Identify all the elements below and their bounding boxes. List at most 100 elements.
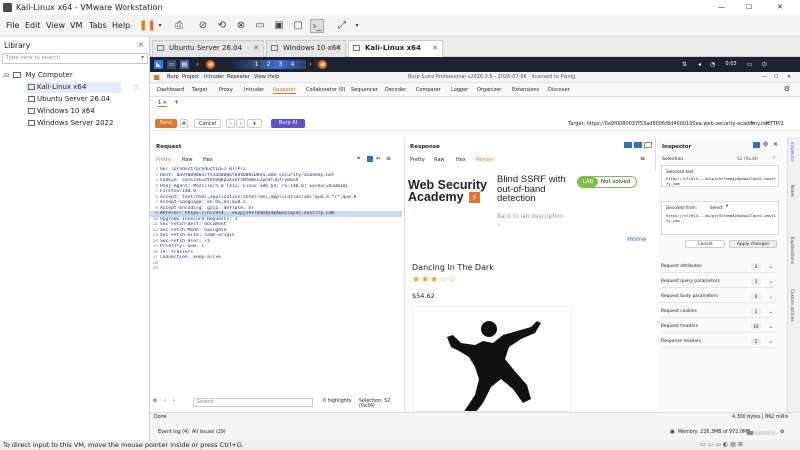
library-item-winserver[interactable]: Windows Server 2022 xyxy=(26,118,146,129)
workspace-1[interactable]: 1 xyxy=(252,60,261,69)
tab-sequencer[interactable]: Sequencer xyxy=(351,87,378,93)
rail-notes[interactable]: Notes xyxy=(790,185,795,197)
repeater-tab-1[interactable]: 1 × xyxy=(158,100,167,107)
workspace-4[interactable]: 4 xyxy=(288,60,297,69)
inspector-settings-icon[interactable]: ⚙ xyxy=(763,141,768,148)
revert-snapshot-icon[interactable]: ⟲ xyxy=(215,19,229,33)
tab-render[interactable]: Render xyxy=(476,157,494,163)
lock-icon[interactable]: ▭ xyxy=(745,60,754,69)
request-editor[interactable]: 1 GET /product?productId=1 HTTP/2 2 Host: 0… xyxy=(150,167,402,272)
all-issues-link[interactable]: All issues (29) xyxy=(192,430,226,435)
chevron-down-icon[interactable]: ⌄ xyxy=(769,291,773,303)
dropdown-arrow-icon[interactable]: ▾ xyxy=(153,19,167,33)
newline-icon[interactable]: ↵ xyxy=(376,155,381,162)
tab-hex[interactable]: Hex xyxy=(203,157,213,163)
fullscreen-dropdown-icon[interactable]: ▾ xyxy=(350,19,364,33)
highlight-icon[interactable]: ⌖ xyxy=(357,155,360,163)
prev-match-icon[interactable]: ‹ xyxy=(164,399,166,404)
terminal-icon[interactable]: › xyxy=(193,60,202,69)
inspector-section[interactable]: Request query parameters 1 ⌄ xyxy=(661,276,775,288)
files-icon[interactable]: ▤ xyxy=(180,60,189,69)
chevron-down-icon[interactable]: ⌄ xyxy=(769,261,773,273)
snapshot-icon[interactable]: ⊘ xyxy=(196,19,210,33)
burp-menu-project[interactable]: Project xyxy=(182,72,199,83)
inspector-section[interactable]: Request body parameters 0 ⌄ xyxy=(661,291,775,303)
tab-organizer[interactable]: Organizer xyxy=(477,87,501,93)
burp-menu-intruder[interactable]: Intruder xyxy=(204,72,224,83)
forward-icon[interactable]: › xyxy=(236,119,245,128)
tab-extensions[interactable]: Extensions xyxy=(512,87,539,93)
desktop-icon[interactable]: ▭ xyxy=(167,60,176,69)
burp-min-icon[interactable]: — xyxy=(762,72,767,83)
search-dropdown-icon[interactable]: ▾ xyxy=(141,54,144,61)
inspector-section[interactable]: Request attributes 2 ⌄ xyxy=(661,261,775,273)
send-ctrl-alt-del-icon[interactable]: ⎙ xyxy=(172,19,186,33)
chevron-down-icon[interactable]: ⌄ xyxy=(769,276,773,288)
rail-custom-actions[interactable]: Custom actions xyxy=(790,289,795,321)
tab-target[interactable]: Target xyxy=(192,87,207,93)
tab-proxy[interactable]: Proxy xyxy=(219,87,233,93)
tab-kali[interactable]: Kali-Linux x64 ✕ xyxy=(348,40,443,57)
chevron-down-icon[interactable]: ⌄ xyxy=(769,336,773,348)
selection-toggle-icon[interactable]: ⌃ xyxy=(772,156,776,162)
event-log-link[interactable]: Event log (4) xyxy=(158,430,189,435)
tab-decoder[interactable]: Decoder xyxy=(385,87,406,93)
chevron-down-icon[interactable]: ⌄ xyxy=(769,321,773,333)
settings-icon[interactable]: ⚙ xyxy=(153,399,157,404)
library-search-input[interactable]: Type here to search ▾ xyxy=(2,53,148,64)
menu-help[interactable]: Help xyxy=(112,21,130,30)
vm-display[interactable]: ◣ ▭ ▤ › ◉ 1 2 3 4 › ◉ ⇅ ◂ ◔ 0:03 ▭ ⏻ Bur… xyxy=(150,57,800,440)
workspace-3[interactable]: 3 xyxy=(276,60,285,69)
tab-ubuntu[interactable]: Ubuntu Server 26.04 ✕ xyxy=(152,40,264,57)
menu-vm[interactable]: VM xyxy=(70,21,82,30)
code-line[interactable]: 19 xyxy=(150,266,402,272)
edit-target-icon[interactable]: ✎ xyxy=(750,120,755,127)
close-tab-icon[interactable]: ✕ xyxy=(335,41,341,56)
burp-settings-icon[interactable]: ⚙ xyxy=(784,85,790,93)
tab-raw[interactable]: Raw xyxy=(434,157,445,163)
tab-hex[interactable]: Hex xyxy=(456,157,466,163)
decoded-text-value[interactable]: https://nlc9l4...ok2pjs9z7dnm4y4pAwuZlqc… xyxy=(666,213,776,224)
network-icon[interactable]: ⇅ xyxy=(680,60,689,69)
tab-comparer[interactable]: Comparer xyxy=(416,87,441,93)
power-icon[interactable]: ⏻ xyxy=(760,60,769,69)
menu-icon[interactable]: ≡ xyxy=(386,155,391,162)
http-version[interactable]: HTTP/2 xyxy=(766,121,784,127)
layout-split-icon[interactable] xyxy=(624,142,632,148)
inspector-cancel-button[interactable]: Cancel xyxy=(685,240,725,248)
library-item-win10[interactable]: Windows 10 x64 xyxy=(26,106,136,117)
menu-tabs[interactable]: Tabs xyxy=(89,21,107,30)
back-icon[interactable]: ‹ xyxy=(226,119,235,128)
maximize-button[interactable]: ☐ xyxy=(746,0,752,15)
decoded-dropdown-icon[interactable]: ▾ xyxy=(726,204,728,209)
layout-horizontal-icon[interactable] xyxy=(634,142,642,148)
back-to-lab-link[interactable]: Back to lab description xyxy=(497,214,564,220)
burp-notification-icon[interactable]: ⚙ xyxy=(780,429,784,435)
single-window-icon[interactable]: ▢ xyxy=(291,19,305,33)
inspector-section[interactable]: Request headers 16 ⌄ xyxy=(661,321,775,333)
tab-raw[interactable]: Raw xyxy=(182,157,193,163)
workspace-2[interactable]: 2 xyxy=(264,60,273,69)
inspector-layout-icon[interactable] xyxy=(753,142,760,148)
close-tab-icon[interactable]: ✕ xyxy=(432,41,438,56)
tab-pretty[interactable]: Pretty xyxy=(156,157,171,163)
burp-menu-view[interactable]: View xyxy=(254,72,266,83)
firefox-task-icon[interactable]: ◉ xyxy=(318,60,327,69)
tab-discover[interactable]: Discover xyxy=(548,87,570,93)
layout-single-icon[interactable] xyxy=(644,142,652,148)
burp-menu-help[interactable]: Help xyxy=(268,72,279,83)
snapshot-manager-icon[interactable]: ⊗ xyxy=(234,19,248,33)
pause-icon[interactable]: ❚❚ xyxy=(139,19,156,33)
tab-logger[interactable]: Logger xyxy=(451,87,468,93)
home-link[interactable]: Home xyxy=(627,235,646,243)
console-view-icon[interactable]: ›_ xyxy=(310,19,324,33)
tab-pretty[interactable]: Pretty xyxy=(410,157,425,163)
device-icons[interactable]: ▭▭▭◐▤⊞ xyxy=(700,440,745,450)
history-dropdown-icon[interactable]: ▾ xyxy=(247,119,262,128)
volume-icon[interactable]: ◂ xyxy=(695,60,704,69)
wrap-icon[interactable] xyxy=(367,156,373,162)
tab-repeater[interactable]: Repeater xyxy=(273,87,296,94)
apply-changes-button[interactable]: Apply changes xyxy=(729,240,777,248)
menu-view[interactable]: View xyxy=(46,21,65,30)
cancel-button[interactable]: Cancel xyxy=(194,119,221,128)
